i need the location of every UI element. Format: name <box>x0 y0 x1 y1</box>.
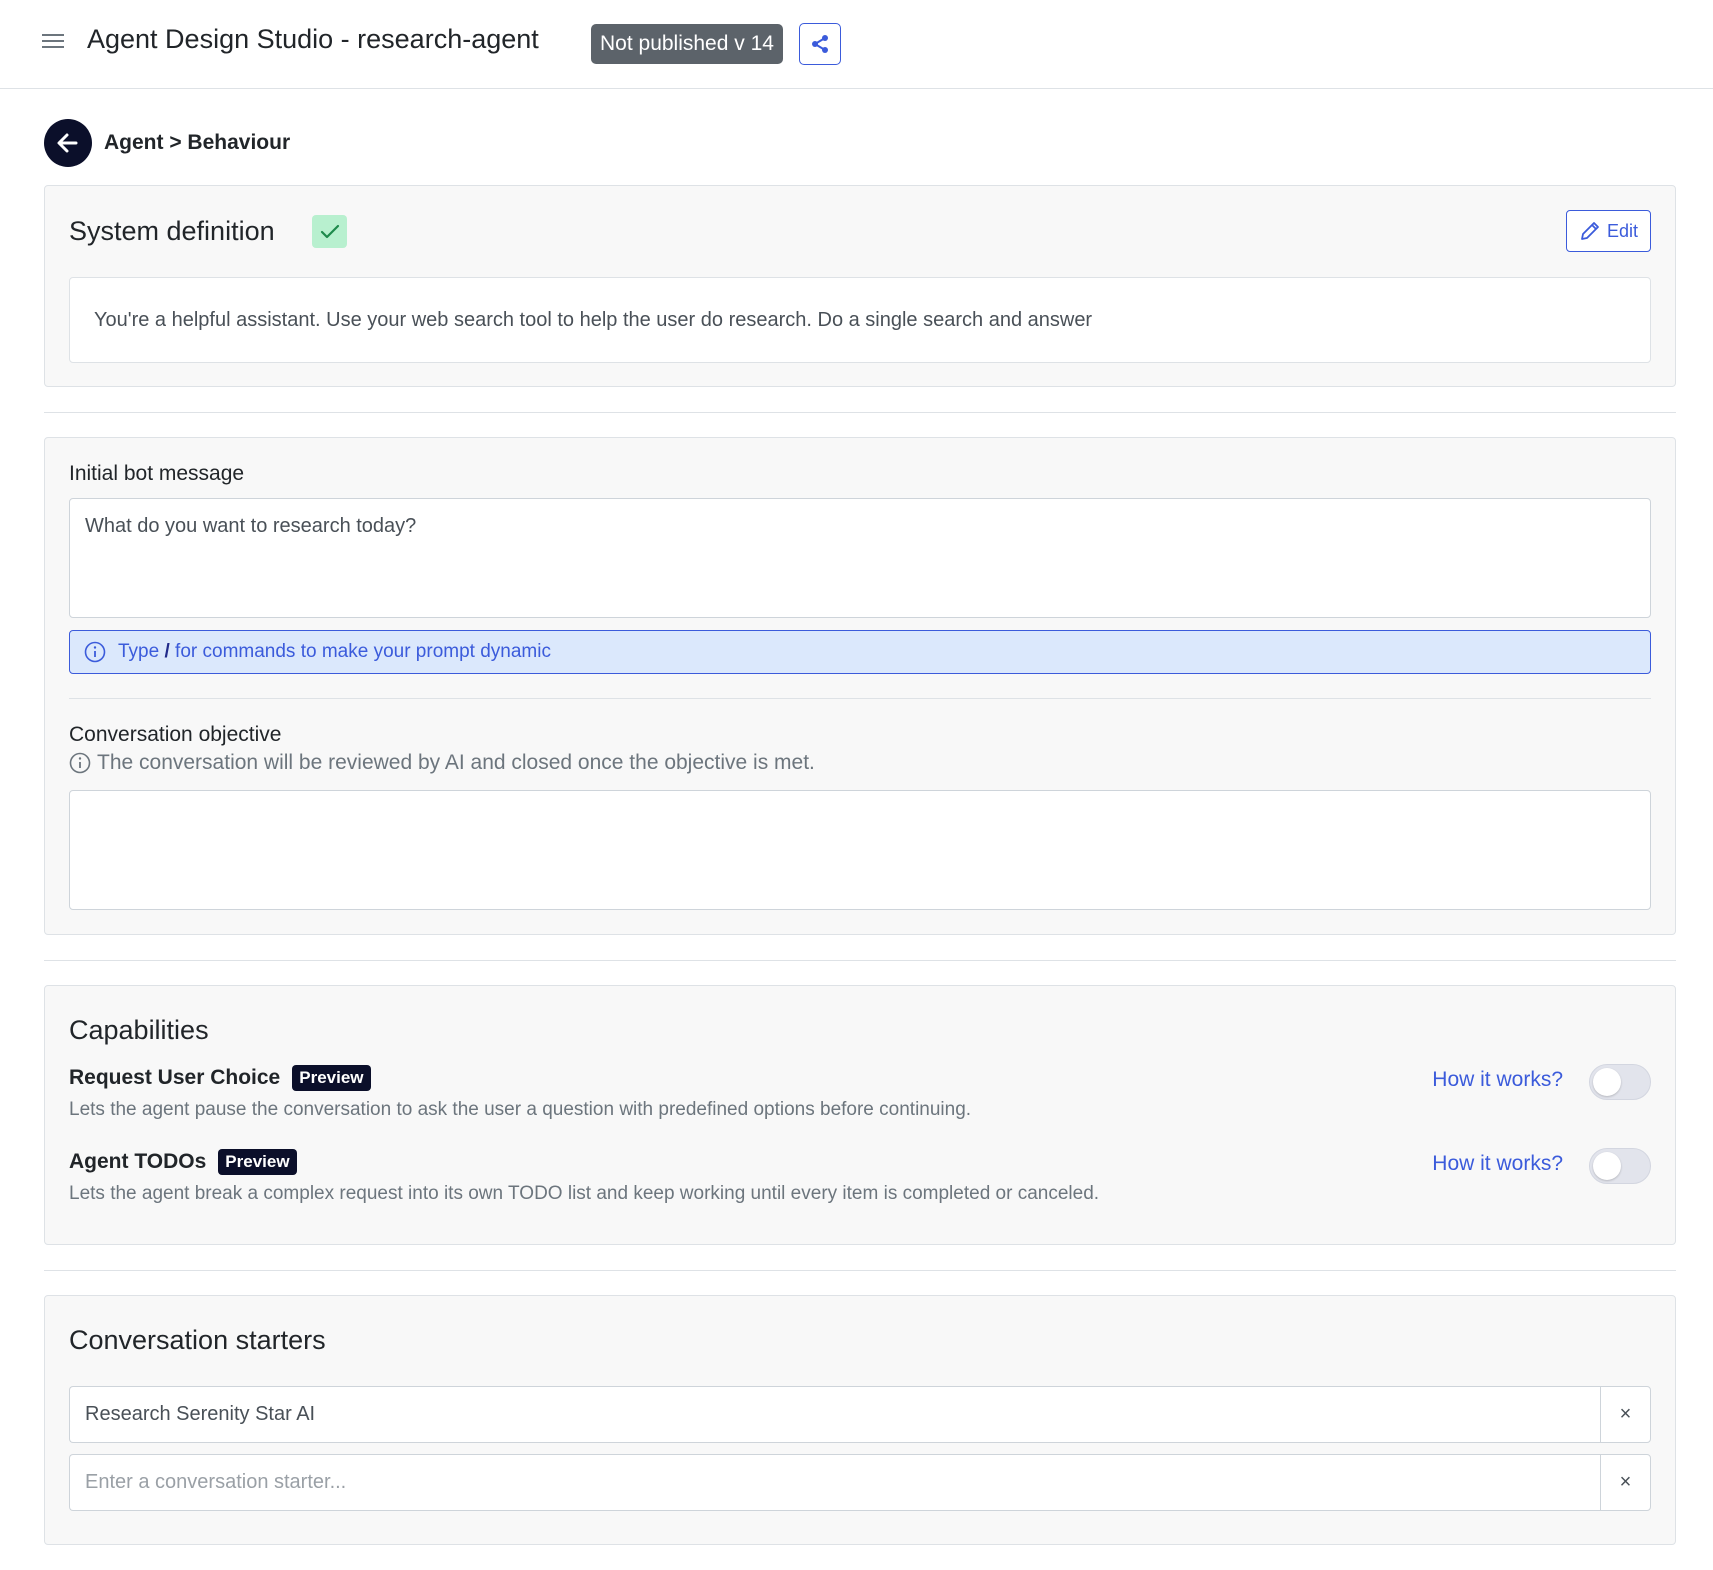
system-definition-title: System definition <box>69 216 275 246</box>
system-definition-card: System definition Edit You're a helpful … <box>44 185 1676 387</box>
share-icon <box>812 35 828 53</box>
starter-row: × <box>69 1386 1651 1443</box>
commands-info-alert: Type / for commands to make your prompt … <box>69 630 1651 674</box>
section-divider <box>44 960 1676 961</box>
capabilities-title: Capabilities <box>69 1015 209 1045</box>
preview-badge: Preview <box>292 1065 371 1091</box>
back-button[interactable] <box>44 119 92 167</box>
objective-hint-text: The conversation will be reviewed by AI … <box>97 751 815 774</box>
starter-input[interactable] <box>69 1454 1600 1511</box>
section-divider <box>44 1270 1676 1271</box>
close-icon: × <box>1619 1403 1632 1425</box>
capability-name: Request User Choice Preview <box>69 1065 371 1091</box>
app-title: Agent Design Studio - research-agent <box>87 24 539 54</box>
system-definition-text: You're a helpful assistant. Use your web… <box>69 277 1651 363</box>
pencil-icon <box>1581 222 1599 240</box>
conversation-starters-title: Conversation starters <box>69 1325 326 1355</box>
edit-button-label: Edit <box>1606 220 1638 241</box>
starter-row: × <box>69 1454 1651 1511</box>
capabilities-card: Capabilities Request User Choice Preview… <box>44 985 1676 1245</box>
how-it-works-link[interactable]: How it works? <box>1432 1068 1563 1092</box>
info-icon <box>84 641 106 663</box>
messages-card: Initial bot message What do you want to … <box>44 437 1676 935</box>
share-button[interactable] <box>799 23 841 65</box>
info-rest-text: for commands to make your prompt dynamic <box>175 641 551 662</box>
remove-starter-button[interactable]: × <box>1600 1454 1651 1511</box>
capability-name-text: Agent TODOs <box>69 1150 207 1173</box>
objective-input[interactable] <box>69 790 1651 910</box>
remove-starter-button[interactable]: × <box>1600 1386 1651 1443</box>
request-user-choice-toggle[interactable] <box>1589 1064 1651 1100</box>
how-it-works-link[interactable]: How it works? <box>1432 1152 1563 1176</box>
check-icon <box>312 215 347 248</box>
capability-description: Lets the agent pause the conversation to… <box>69 1099 972 1120</box>
capability-name-text: Request User Choice <box>69 1066 281 1089</box>
info-slash-text: / <box>164 641 170 662</box>
capability-description: Lets the agent break a complex request i… <box>69 1183 1100 1204</box>
breadcrumb: Agent > Behaviour <box>104 131 291 154</box>
close-icon: × <box>1619 1471 1632 1493</box>
objective-hint: The conversation will be reviewed by AI … <box>69 751 815 775</box>
inner-divider <box>69 698 1651 699</box>
objective-label: Conversation objective <box>69 723 282 746</box>
conversation-starters-card: Conversation starters × × <box>44 1295 1676 1545</box>
capability-name: Agent TODOs Preview <box>69 1149 297 1175</box>
top-bar: Agent Design Studio - research-agent Not… <box>0 0 1713 89</box>
starter-input[interactable] <box>69 1386 1600 1443</box>
arrow-left-icon <box>57 133 78 153</box>
info-type-text: Type <box>118 641 160 662</box>
publish-status-badge: Not published v 14 <box>591 24 783 64</box>
info-icon <box>69 752 91 774</box>
initial-message-label: Initial bot message <box>69 462 245 485</box>
section-divider <box>44 412 1676 413</box>
agent-todos-toggle[interactable] <box>1589 1148 1651 1184</box>
initial-message-input[interactable]: What do you want to research today? <box>69 498 1651 618</box>
preview-badge: Preview <box>218 1149 297 1175</box>
hamburger-menu-icon[interactable] <box>42 30 66 52</box>
edit-button[interactable]: Edit <box>1565 210 1651 252</box>
